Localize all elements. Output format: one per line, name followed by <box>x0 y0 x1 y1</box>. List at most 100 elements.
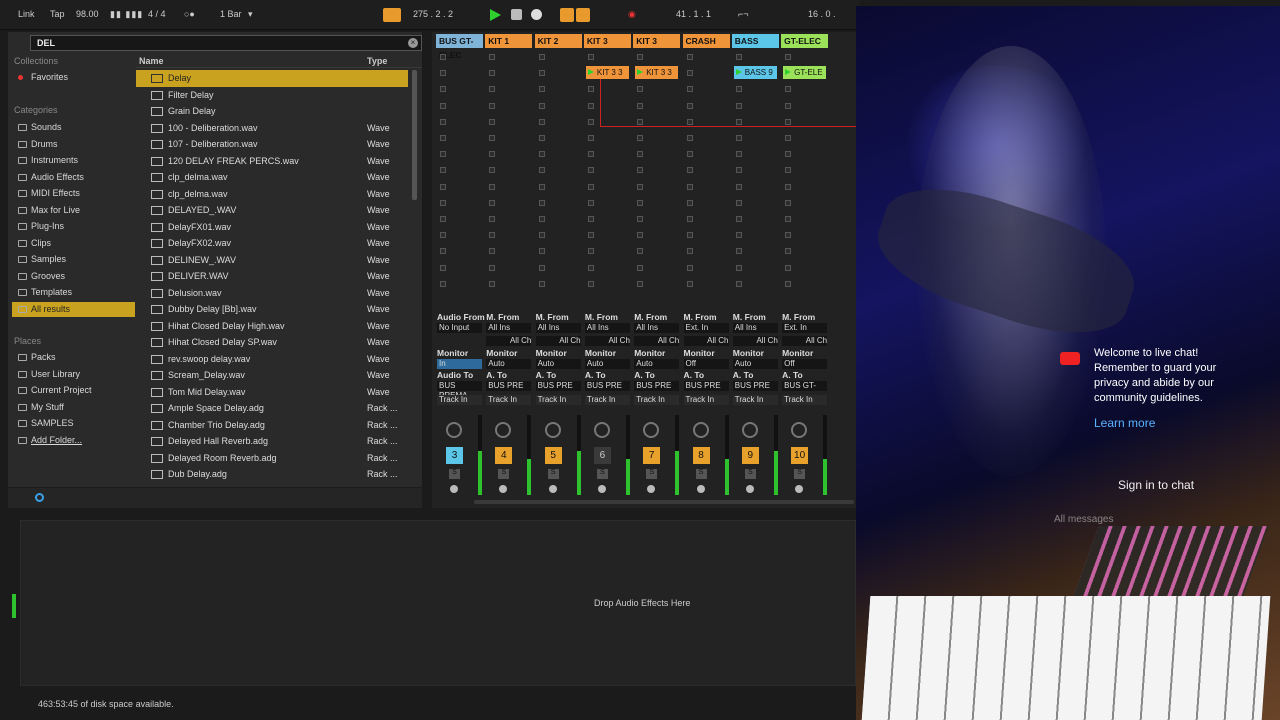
clip-slot[interactable] <box>538 118 545 125</box>
clip-slot[interactable] <box>686 135 693 141</box>
list-scrollbar[interactable] <box>412 70 417 200</box>
column-header-type[interactable]: Type <box>367 56 387 66</box>
list-item[interactable]: DELINEW_.WAV Wave <box>136 252 408 269</box>
clip-slot[interactable] <box>785 135 792 141</box>
clip-slot[interactable] <box>489 264 496 271</box>
arm-button[interactable] <box>499 485 508 493</box>
clip-slot[interactable] <box>538 54 545 60</box>
solo-button[interactable]: S <box>498 469 510 479</box>
track-header[interactable]: CRASH <box>682 34 730 48</box>
clip-slot[interactable] <box>538 248 545 255</box>
track-activator[interactable]: 6 <box>593 447 611 464</box>
clip-slot[interactable] <box>785 151 792 158</box>
list-item[interactable]: Hihat Closed Delay SP.wav Wave <box>136 334 408 351</box>
clip-slot[interactable] <box>440 151 446 158</box>
monitor-select[interactable]: Auto <box>732 359 778 369</box>
list-item[interactable]: DelayFX01.wav Wave <box>136 219 408 236</box>
solo-button[interactable]: S <box>596 469 608 479</box>
clip-slot[interactable] <box>440 264 446 271</box>
list-item[interactable]: DELAYED_.WAV Wave <box>136 202 408 219</box>
metronome-dots-icon[interactable]: ○● <box>184 9 195 19</box>
list-item[interactable]: Ample Space Delay.adg Rack ... <box>136 400 408 417</box>
clip-slot[interactable] <box>686 151 693 158</box>
clip-slot[interactable] <box>587 248 594 255</box>
track-in-select[interactable]: Track In <box>535 395 581 405</box>
monitor-select[interactable]: Auto <box>634 359 680 369</box>
follow-button[interactable] <box>383 8 401 22</box>
pan-knob[interactable] <box>643 422 660 438</box>
clip-slot[interactable] <box>587 232 594 239</box>
clip-slot[interactable] <box>440 167 446 174</box>
input-type-select[interactable]: All Ins <box>634 323 680 333</box>
search-input[interactable]: DEL × <box>30 35 422 51</box>
input-type-select[interactable]: Ext. In <box>782 323 828 333</box>
metronome-icon[interactable]: ▮▮ ▮▮▮ <box>110 9 143 20</box>
track-activator[interactable]: 10 <box>791 447 809 464</box>
clip-slot[interactable] <box>538 151 545 158</box>
arm-button[interactable] <box>795 485 804 493</box>
preview-icon[interactable] <box>35 493 44 502</box>
sidebar-item-place[interactable]: My Stuff <box>12 400 135 415</box>
input-channel-select[interactable]: All Ch <box>634 336 680 346</box>
monitor-select[interactable]: Auto <box>486 359 532 369</box>
clip-slot[interactable] <box>440 199 446 206</box>
clip-slot[interactable] <box>489 232 496 239</box>
overdub-button[interactable] <box>560 8 574 22</box>
output-select[interactable]: BUS PRE <box>584 381 630 391</box>
sidebar-item-category[interactable]: Max for Live <box>12 203 135 218</box>
list-item[interactable]: Filter Delay <box>136 87 408 104</box>
clip-slot[interactable] <box>440 102 446 109</box>
clip-slot[interactable] <box>489 216 496 222</box>
device-chain[interactable]: Drop Audio Effects Here <box>20 520 856 686</box>
sidebar-item-category[interactable]: MIDI Effects <box>12 186 135 201</box>
clip-slot[interactable] <box>538 280 545 287</box>
play-icon[interactable] <box>490 9 501 21</box>
input-type-select[interactable]: Ext. In <box>683 323 729 333</box>
clip-slot[interactable] <box>686 183 693 190</box>
clip-slot[interactable] <box>686 199 693 206</box>
arrangement-position[interactable]: 275 . 2 . 2 <box>413 9 453 19</box>
clip-slot[interactable] <box>489 70 496 77</box>
input-channel-select[interactable]: All Ch <box>732 336 778 346</box>
clip-slot[interactable] <box>637 199 644 206</box>
sidebar-item-category[interactable]: Clips <box>12 236 135 251</box>
clip-slot[interactable] <box>686 280 693 287</box>
list-item[interactable]: Dub Delay.adg Rack ... <box>136 466 408 483</box>
clip-slot[interactable] <box>637 232 644 239</box>
clip-slot[interactable] <box>735 183 742 190</box>
input-type-select[interactable]: No Input <box>437 323 482 333</box>
tempo-field[interactable]: 98.00 <box>76 9 99 19</box>
track-activator[interactable]: 3 <box>446 447 463 464</box>
clip[interactable]: GT-ELE <box>783 66 827 79</box>
clip-slot[interactable] <box>637 54 644 60</box>
clip-slot[interactable] <box>489 151 496 158</box>
clip-slot[interactable] <box>686 54 693 60</box>
list-item[interactable]: Scream_Delay.wav Wave <box>136 367 408 384</box>
list-item[interactable]: DELIVER.WAV Wave <box>136 268 408 285</box>
monitor-select[interactable]: Auto <box>584 359 630 369</box>
clip[interactable]: BASS 9 <box>733 66 777 79</box>
sidebar-item-place[interactable]: Packs <box>12 350 135 365</box>
clip-slot[interactable] <box>686 248 693 255</box>
clip-slot[interactable] <box>785 248 792 255</box>
track-in-select[interactable]: Track In <box>486 395 532 405</box>
time-signature[interactable]: 4 / 4 <box>148 9 166 19</box>
output-select[interactable]: BUS PRE <box>535 381 581 391</box>
clip-slot[interactable] <box>440 135 446 141</box>
pan-knob[interactable] <box>741 422 758 438</box>
clip-slot[interactable] <box>637 167 644 174</box>
sidebar-item-category[interactable]: Samples <box>12 252 135 267</box>
clip-slot[interactable] <box>637 183 644 190</box>
sign-in-to-chat-button[interactable]: Sign in to chat <box>1118 478 1194 492</box>
arm-button[interactable] <box>597 485 606 493</box>
output-select[interactable]: BUS PRE <box>634 381 680 391</box>
solo-button[interactable]: S <box>794 469 806 479</box>
clip-slot[interactable] <box>785 199 792 206</box>
arm-button[interactable] <box>548 485 557 493</box>
list-item[interactable]: 107 - Deliberation.wav Wave <box>136 136 408 153</box>
list-item[interactable]: Tom Mid Delay.wav Wave <box>136 384 408 401</box>
session-scrollbar[interactable] <box>474 500 854 504</box>
clip-slot[interactable] <box>735 167 742 174</box>
clip-slot[interactable] <box>587 135 594 141</box>
clip-slot[interactable] <box>637 135 644 141</box>
